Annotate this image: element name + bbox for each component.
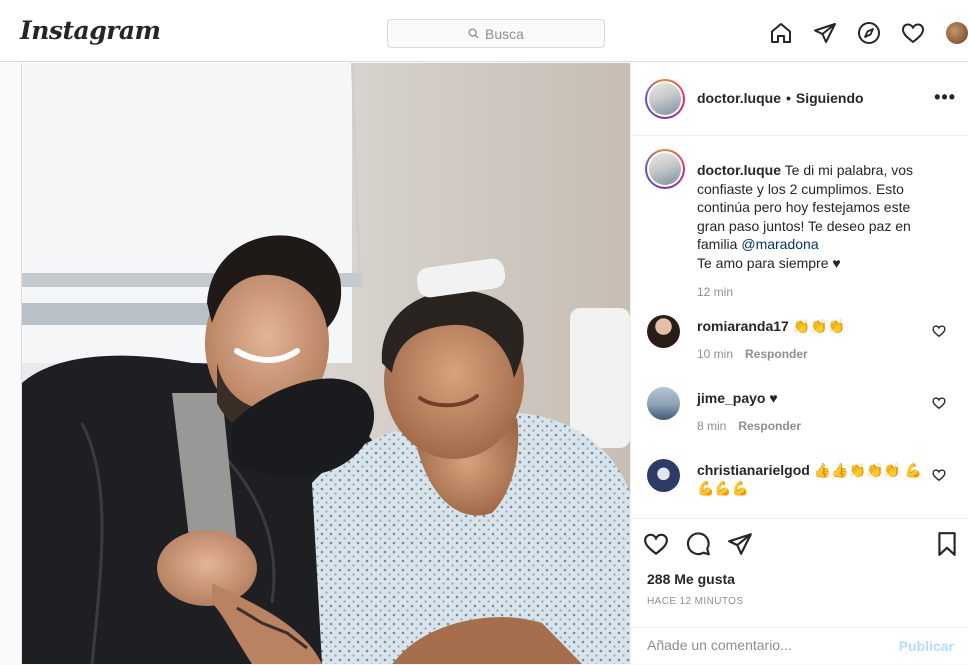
caption-text-line2: Te amo para siempre ♥ — [697, 254, 841, 271]
share-icon[interactable] — [727, 531, 753, 557]
activity-heart-icon[interactable] — [900, 20, 925, 45]
likes-count[interactable]: 288 Me gusta — [647, 571, 735, 587]
search-placeholder: Busca — [485, 25, 524, 42]
home-icon[interactable] — [768, 20, 793, 45]
like-comment-heart-icon[interactable] — [932, 324, 946, 338]
comment-text: 👏👏👏 — [792, 318, 846, 334]
instagram-logo[interactable]: Instagram — [20, 16, 161, 45]
top-nav-bar: Instagram Busca — [0, 0, 968, 62]
commenter-avatar[interactable] — [647, 459, 680, 492]
commenter-username[interactable]: jime_payo — [697, 390, 765, 406]
add-comment-input[interactable] — [647, 637, 877, 653]
follow-status-button[interactable]: Siguiendo — [796, 90, 864, 106]
caption-username[interactable]: doctor.luque — [697, 162, 781, 178]
post-photo-illustration — [22, 63, 630, 664]
post-timestamp[interactable]: HACE 12 MINUTOS — [647, 596, 743, 607]
comment-timestamp[interactable]: 8 min — [697, 419, 726, 433]
post-caption: doctor.luque Te di mi palabra, vos confi… — [697, 161, 937, 272]
like-comment-heart-icon[interactable] — [932, 468, 946, 482]
search-icon — [468, 28, 479, 39]
post-header: doctor.luque • Siguiendo ••• — [631, 63, 968, 136]
explore-icon[interactable] — [856, 20, 881, 45]
post-photo[interactable] — [22, 63, 630, 664]
publish-button[interactable]: Publicar — [899, 638, 954, 654]
comment-timestamp[interactable]: 10 min — [697, 347, 733, 361]
author-username[interactable]: doctor.luque — [697, 90, 781, 106]
post-card: doctor.luque • Siguiendo ••• doctor.luqu… — [21, 63, 968, 664]
comment-text: ♥ — [769, 390, 778, 406]
direct-icon[interactable] — [812, 20, 837, 45]
caption-timestamp[interactable]: 12 min — [697, 285, 733, 299]
commenter-avatar[interactable] — [647, 387, 680, 420]
like-heart-icon[interactable] — [643, 531, 669, 557]
profile-avatar[interactable] — [944, 20, 968, 45]
reply-button[interactable]: Responder — [745, 347, 808, 361]
more-options-icon[interactable]: ••• — [934, 87, 956, 108]
search-input[interactable]: Busca — [387, 19, 605, 48]
comment-bubble-icon[interactable] — [685, 531, 711, 557]
add-comment-bar: Publicar — [631, 627, 968, 665]
commenter-username[interactable]: romiaranda17 — [697, 318, 789, 334]
commenter-username[interactable]: christianarielgod — [697, 462, 810, 478]
avatar — [945, 21, 968, 44]
caption-mention-link[interactable]: @maradona — [741, 236, 818, 252]
commenter-avatar[interactable] — [647, 315, 680, 348]
separator-dot: • — [786, 90, 791, 106]
post-actions: 288 Me gusta HACE 12 MINUTOS Publicar — [631, 518, 968, 664]
post-side-panel: doctor.luque • Siguiendo ••• doctor.luqu… — [630, 63, 968, 664]
reply-button[interactable]: Responder — [738, 419, 801, 433]
author-avatar[interactable] — [645, 79, 685, 119]
like-comment-heart-icon[interactable] — [932, 396, 946, 410]
save-bookmark-icon[interactable] — [934, 531, 960, 557]
comments-list: doctor.luque Te di mi palabra, vos confi… — [631, 137, 968, 517]
caption-author-avatar[interactable] — [645, 149, 685, 189]
